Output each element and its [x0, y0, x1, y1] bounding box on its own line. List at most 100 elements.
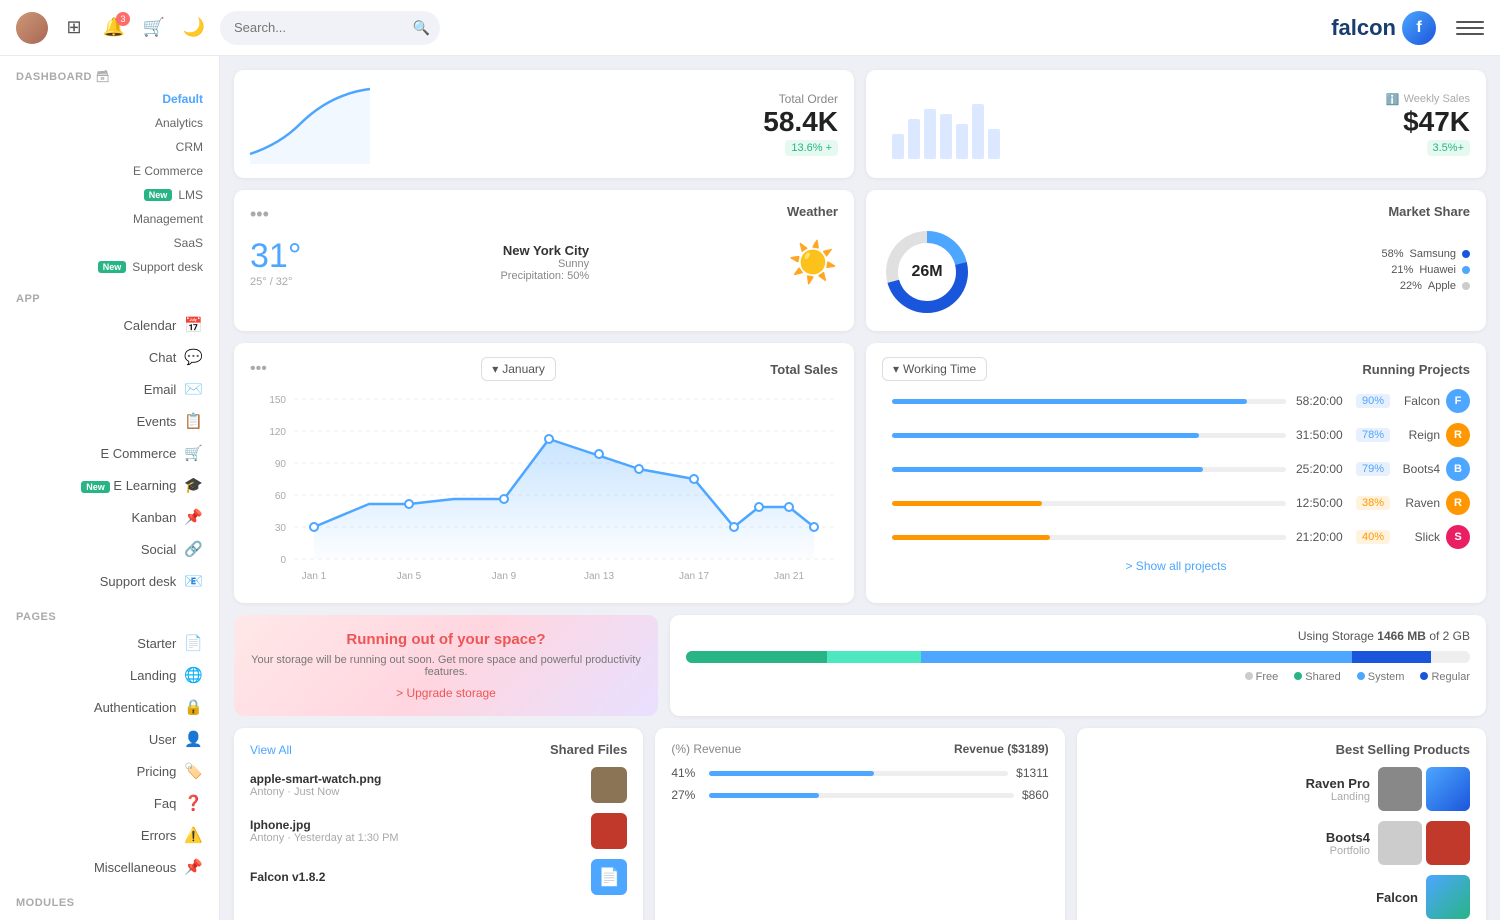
weather-right: New York City Sunny Precipitation: 50% [500, 243, 589, 282]
total-order-card: Total Order 58.4K 13.6% + [234, 70, 854, 178]
sidebar-item-events[interactable]: Events 📋 [0, 405, 219, 437]
best-raven-info: Raven Pro Landing [1093, 776, 1370, 803]
sidebar-item-analytics[interactable]: Analytics [0, 111, 219, 135]
sidebar-item-crm[interactable]: CRM [0, 135, 219, 159]
bell-icon[interactable]: 🔔3 [100, 14, 128, 42]
svg-text:Jan 13: Jan 13 [584, 571, 614, 582]
sidebar-item-lms[interactable]: New LMS [0, 183, 219, 207]
sidebar-item-starter[interactable]: Starter 📄 [0, 627, 219, 659]
email-icon: ✉️ [184, 380, 203, 398]
best-boots4-thumb2 [1426, 821, 1470, 865]
sidebar-item-saas[interactable]: SaaS [0, 231, 219, 255]
chevron-down-icon2: ▾ [893, 362, 899, 376]
sidebar-item-authentication[interactable]: Authentication 🔒 [0, 691, 219, 723]
raven-pct: 38% [1356, 496, 1390, 510]
sales-dots[interactable]: ••• [250, 360, 267, 378]
search-wrap: 🔍 [220, 11, 440, 45]
total-order-badge: 13.6% + [785, 140, 838, 156]
sidebar-item-misc[interactable]: Miscellaneous 📌 [0, 851, 219, 883]
sidebar-item-calendar[interactable]: Calendar 📅 [0, 309, 219, 341]
sidebar-item-social[interactable]: Social 🔗 [0, 533, 219, 565]
legend-apple: 22% Apple [988, 280, 1470, 292]
working-time-select[interactable]: ▾ Working Time [882, 357, 987, 381]
storage-title: Using Storage 1466 MB of 2 GB [686, 629, 1470, 643]
best-raven-name: Raven Pro [1093, 776, 1370, 791]
row-storage: Running out of your space? Your storage … [234, 615, 1486, 716]
pricing-icon: 🏷️ [184, 762, 203, 780]
search-input[interactable] [220, 11, 440, 45]
working-time-card: ▾ Working Time Running Projects 58:20:00… [866, 343, 1486, 603]
weather-city: New York City [500, 243, 589, 258]
weekly-sales-label: Weekly Sales [1404, 93, 1470, 105]
slick-name: Slick [1390, 530, 1440, 544]
slick-avatar: S [1446, 525, 1470, 549]
best-raven-thumb2 [1426, 767, 1470, 811]
notification-badge: 3 [116, 12, 130, 26]
project-row-reign: 31:50:00 78% Reign R [882, 423, 1470, 447]
sidebar-item-email[interactable]: Email ✉️ [0, 373, 219, 405]
avatar[interactable] [16, 12, 48, 44]
sidebar-item-faq[interactable]: Faq ❓ [0, 787, 219, 819]
storage-bar [686, 651, 1470, 663]
weather-header: ••• Weather [250, 204, 838, 229]
weather-range: 25° / 32° [250, 276, 301, 288]
sidebar-item-management[interactable]: Management [0, 207, 219, 231]
weather-dots[interactable]: ••• [250, 204, 269, 225]
file-row-watch: apple-smart-watch.png Antony · Just Now [250, 767, 627, 803]
sidebar-section-dashboard: Dashboard 🗃 [0, 56, 219, 87]
logo-circle: f [1402, 11, 1436, 45]
cart-icon[interactable]: 🛒 [140, 14, 168, 42]
sidebar-section-pages: Pages [0, 597, 219, 627]
logo: falcon f [1331, 11, 1436, 45]
grid-icon[interactable]: ⊞ [60, 14, 88, 42]
moon-icon[interactable]: 🌙 [180, 14, 208, 42]
sidebar-item-default[interactable]: Default [0, 87, 219, 111]
misc-icon: 📌 [184, 858, 203, 876]
file-iphone-thumb [591, 813, 627, 849]
upgrade-storage-link[interactable]: > Upgrade storage [250, 686, 642, 700]
svg-text:Jan 5: Jan 5 [397, 571, 422, 582]
best-raven-sub: Landing [1093, 791, 1370, 803]
market-title: Market Share [882, 204, 1470, 219]
boots4-bar-wrap [892, 467, 1286, 472]
view-all-link[interactable]: View All [250, 743, 292, 757]
sidebar-item-support[interactable]: New Support desk [0, 255, 219, 279]
files-header: View All Shared Files [250, 742, 627, 757]
sidebar-item-supportdesk[interactable]: Support desk 📧 [0, 565, 219, 597]
sidebar-item-ecommerce-app[interactable]: E Commerce 🛒 [0, 437, 219, 469]
legend-samsung-dot [1462, 250, 1470, 258]
sidebar-item-forms[interactable]: Forms 📝 [0, 913, 219, 920]
file-watch-name: apple-smart-watch.png [250, 772, 581, 786]
sidebar-item-elearning[interactable]: New E Learning 🎓 [0, 469, 219, 501]
falcon-pct: 90% [1356, 394, 1390, 408]
market-donut: 26M [882, 227, 972, 317]
project-row-raven: 12:50:00 38% Raven R [882, 491, 1470, 515]
supportdesk-icon: 📧 [184, 572, 203, 590]
best-row-raven: Raven Pro Landing [1093, 767, 1470, 811]
sidebar-item-kanban[interactable]: Kanban 📌 [0, 501, 219, 533]
sidebar-item-chat[interactable]: Chat 💬 [0, 341, 219, 373]
legend-samsung: 58% Samsung [988, 248, 1470, 260]
best-boots4-info: Boots4 Portfolio [1093, 830, 1370, 857]
row-stats: Total Order 58.4K 13.6% + [234, 70, 1486, 178]
svg-text:Jan 9: Jan 9 [492, 571, 517, 582]
project-row-slick: 21:20:00 40% Slick S [882, 525, 1470, 549]
rev-bar-1 [709, 771, 873, 776]
hamburger-menu[interactable] [1456, 14, 1484, 42]
show-all-projects[interactable]: > Show all projects [882, 559, 1470, 573]
month-select[interactable]: ▾ January [481, 357, 556, 381]
weekly-sales-chart [882, 84, 1002, 164]
sidebar-item-pricing[interactable]: Pricing 🏷️ [0, 755, 219, 787]
sidebar-item-landing[interactable]: Landing 🌐 [0, 659, 219, 691]
storage-regular-seg [1352, 651, 1430, 663]
svg-text:0: 0 [280, 555, 286, 566]
sidebar-item-user[interactable]: User 👤 [0, 723, 219, 755]
sidebar-item-ecommerce[interactable]: E Commerce [0, 159, 219, 183]
svg-text:120: 120 [269, 427, 286, 438]
reign-time: 31:50:00 [1296, 428, 1356, 442]
storage-used: 1466 MB [1377, 629, 1426, 643]
boots4-avatar: B [1446, 457, 1470, 481]
total-order-value: 58.4K [763, 106, 838, 138]
rev-bar-wrap-2 [709, 793, 1014, 798]
sidebar-item-errors[interactable]: Errors ⚠️ [0, 819, 219, 851]
